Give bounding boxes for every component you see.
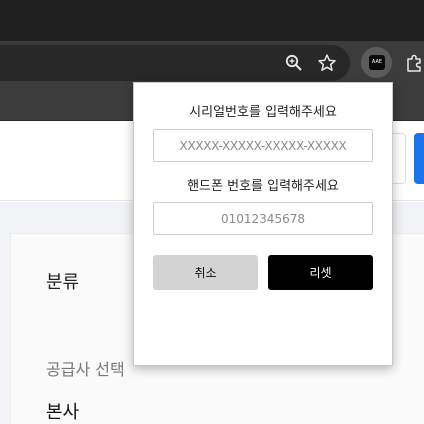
extension-popup: 시리얼번호를 입력해주세요 핸드폰 번호를 입력해주세요 취소 리셋 xyxy=(133,82,393,366)
reset-button[interactable]: 리셋 xyxy=(268,255,373,290)
cancel-button[interactable]: 취소 xyxy=(153,255,258,290)
serial-label: 시리얼번호를 입력해주세요 xyxy=(189,105,337,120)
browser-tab-strip xyxy=(0,0,424,41)
serial-input[interactable] xyxy=(153,129,373,162)
puzzle-icon[interactable] xyxy=(404,53,424,73)
category-label: 분류 xyxy=(46,272,80,293)
header-primary-button[interactable] xyxy=(414,133,424,184)
phone-input[interactable] xyxy=(153,202,373,235)
phone-label: 핸드폰 번호를 입력해주세요 xyxy=(187,179,339,194)
star-icon[interactable] xyxy=(317,53,337,73)
supplier-value[interactable]: 본사 xyxy=(46,398,79,424)
zoom-magnifier-icon[interactable] xyxy=(284,53,304,73)
supplier-select-label: 공급사 선택 xyxy=(46,360,125,379)
extension-badge-icon[interactable]: AAE xyxy=(369,55,385,70)
